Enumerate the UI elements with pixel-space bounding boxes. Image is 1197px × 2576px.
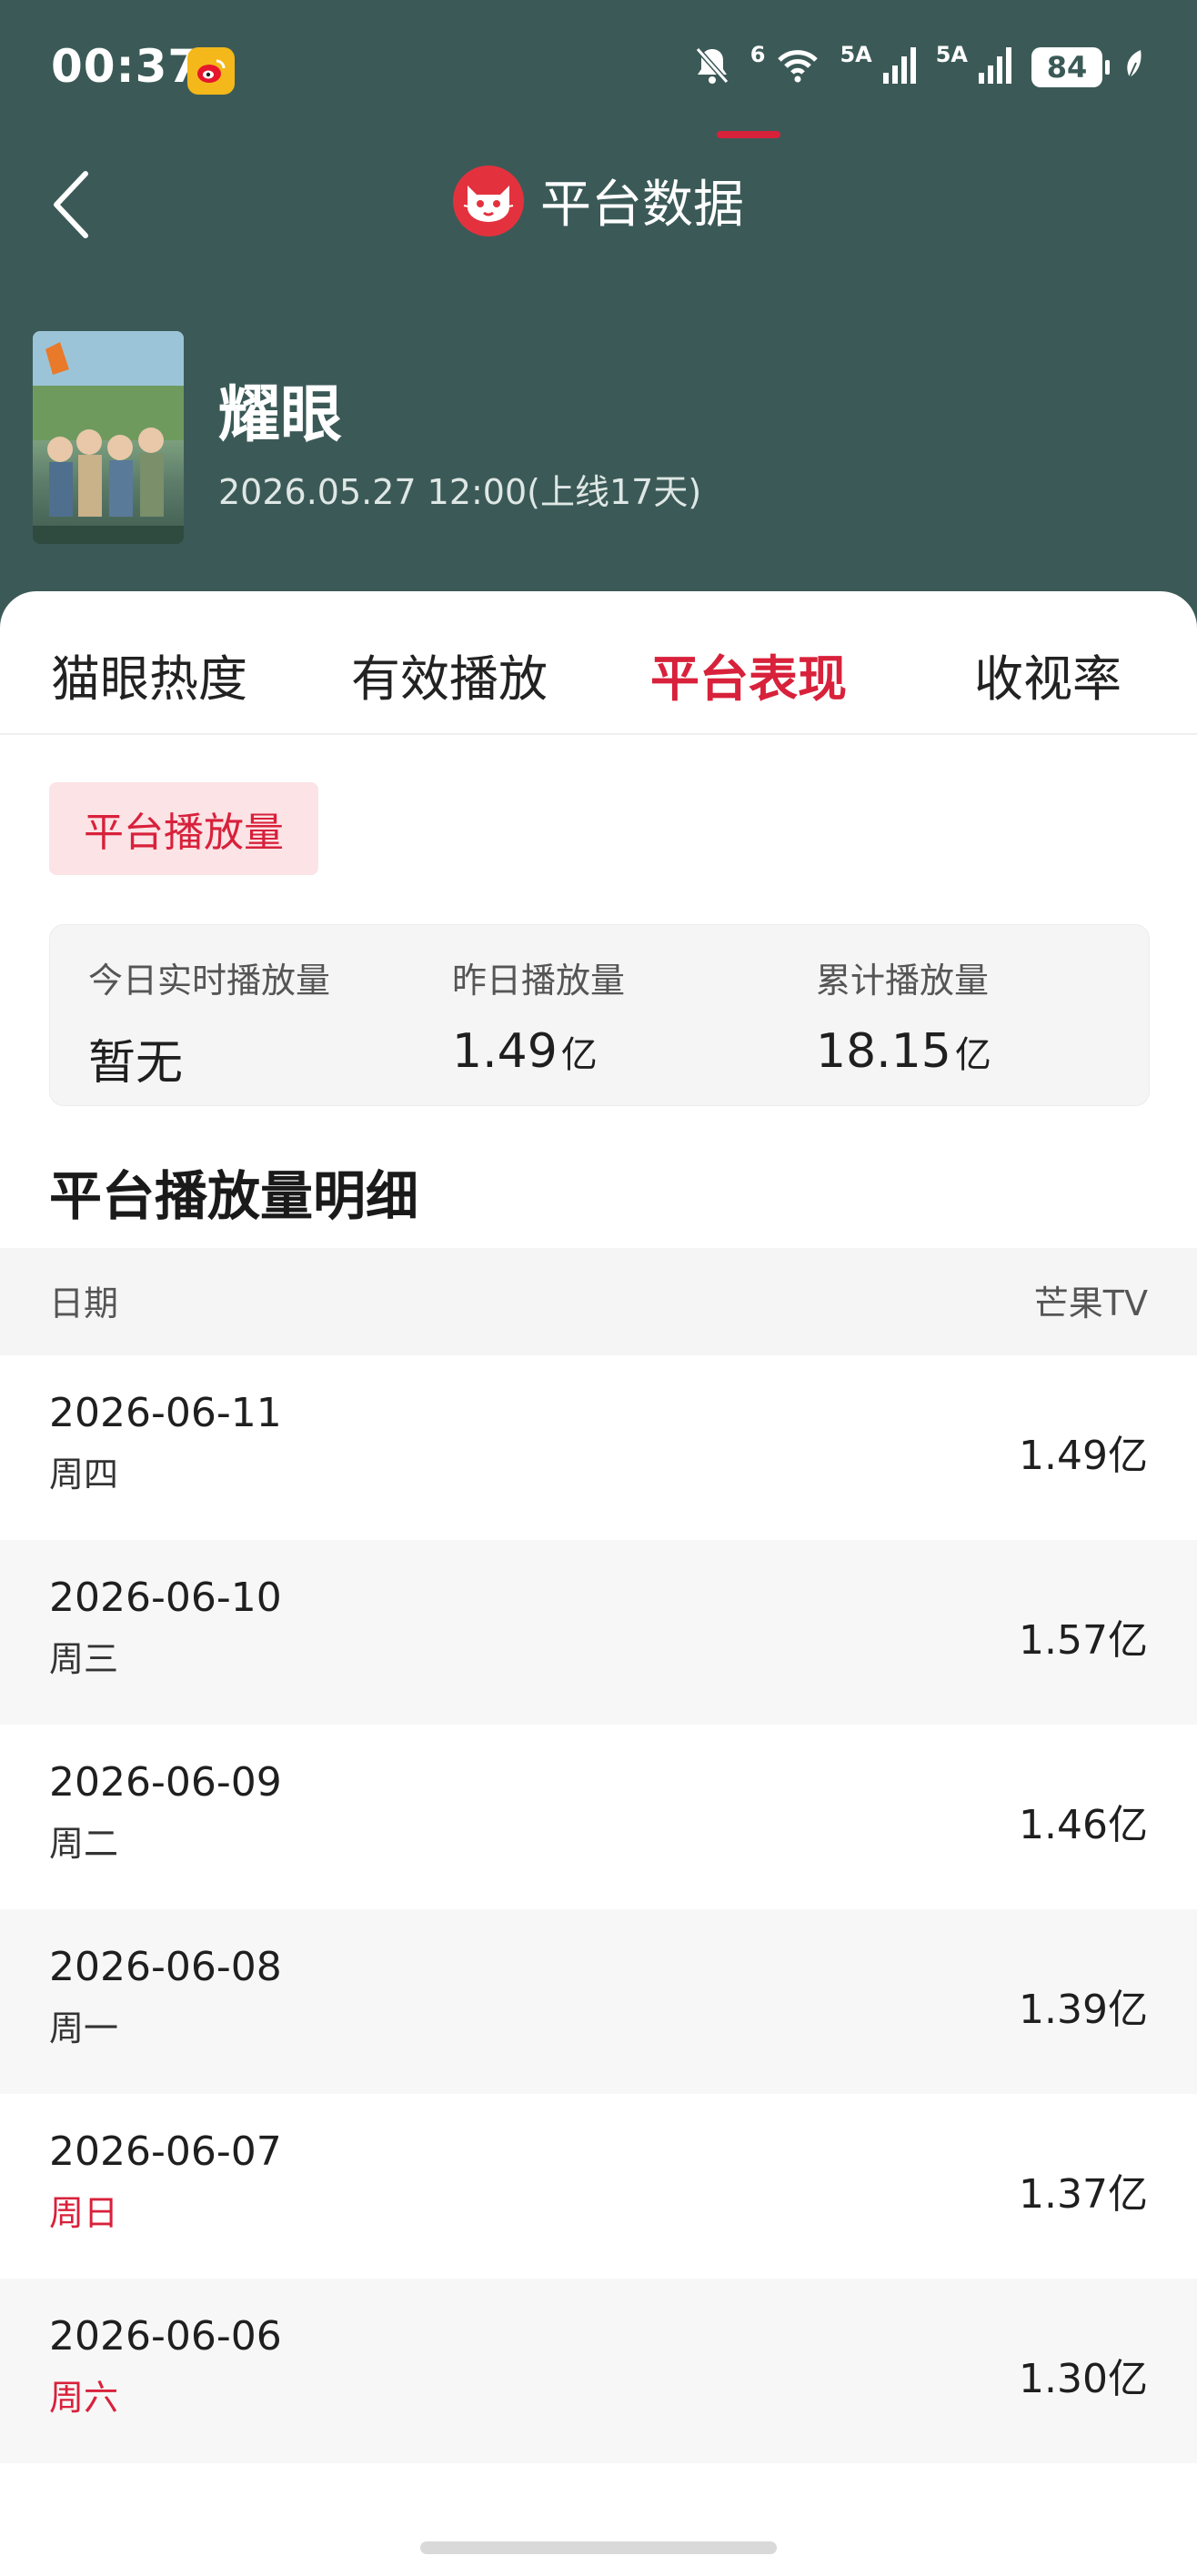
summary-label: 昨日播放量 — [452, 961, 626, 1001]
column-header-platform: 芒果TV — [1033, 1283, 1148, 1323]
status-time: 00:37 — [51, 40, 201, 93]
detail-section-title: 平台播放量明细 — [49, 1165, 419, 1227]
row-weekday: 周六 — [49, 2378, 119, 2418]
movie-poster[interactable] — [33, 331, 184, 544]
table-header: 日期 芒果TV — [0, 1248, 1197, 1355]
summary-value: 18.15 亿 — [816, 1024, 991, 1079]
network-label-1: 5A — [840, 42, 872, 67]
tab-maoyan-heat[interactable]: 猫眼热度 — [31, 639, 267, 710]
row-date: 2026-06-06 — [49, 2313, 282, 2360]
row-play-count: 1.57亿 — [1019, 1617, 1148, 1664]
tab-active-indicator — [717, 131, 780, 138]
table-row: 2026-06-08 周一 1.39亿 — [0, 1909, 1197, 2094]
summary-label: 累计播放量 — [816, 961, 990, 1001]
wifi-icon — [776, 47, 820, 87]
summary-today: 今日实时播放量 暂无 — [88, 952, 330, 1092]
status-icons: 6 5A 5A 84 — [694, 42, 1146, 89]
summary-value: 1.49 亿 — [452, 1024, 598, 1079]
summary-total: 累计播放量 18.15 亿 — [816, 952, 991, 1079]
column-header-date: 日期 — [49, 1283, 119, 1323]
row-date: 2026-06-11 — [49, 1390, 282, 1436]
row-date: 2026-06-10 — [49, 1575, 282, 1621]
home-indicator[interactable] — [420, 2541, 777, 2554]
row-weekday: 周一 — [49, 2008, 119, 2048]
row-play-count: 1.46亿 — [1019, 1802, 1148, 1848]
maoyan-cat-icon — [453, 165, 524, 236]
summary-yesterday: 昨日播放量 1.49 亿 — [452, 952, 625, 1079]
row-date: 2026-06-08 — [49, 1944, 282, 1990]
table-row: 2026-06-09 周二 1.46亿 — [0, 1725, 1197, 1909]
row-date: 2026-06-09 — [49, 1759, 282, 1806]
row-play-count: 1.30亿 — [1019, 2356, 1148, 2402]
page-title: 平台数据 — [540, 176, 744, 235]
tab-effective-play[interactable]: 有效播放 — [331, 639, 568, 710]
signal-icon — [979, 47, 1011, 87]
row-weekday: 周二 — [49, 1824, 119, 1864]
table-row: 2026-06-07 周日 1.37亿 — [0, 2094, 1197, 2279]
bell-off-icon — [694, 45, 730, 89]
tab-ratings[interactable]: 收视率 — [930, 639, 1166, 710]
row-weekday: 周日 — [49, 2193, 119, 2233]
wifi-label: 6 — [749, 42, 766, 67]
platform-play-count-chip[interactable]: 平台播放量 — [49, 782, 318, 875]
network-label-2: 5A — [935, 42, 968, 67]
summary-value: 暂无 — [88, 1036, 184, 1091]
row-date: 2026-06-07 — [49, 2128, 282, 2175]
table-row: 2026-06-11 周四 1.49亿 — [0, 1355, 1197, 1540]
row-play-count: 1.49亿 — [1019, 1433, 1148, 1479]
weibo-icon — [187, 47, 235, 95]
row-weekday: 周四 — [49, 1454, 119, 1494]
signal-icon — [882, 47, 916, 87]
row-play-count: 1.37亿 — [1019, 2171, 1148, 2218]
row-weekday: 周三 — [49, 1639, 119, 1679]
table-row: 2026-06-06 周六 1.30亿 — [0, 2279, 1197, 2463]
summary-label: 今日实时播放量 — [88, 961, 331, 1001]
table-row: 2026-06-10 周三 1.57亿 — [0, 1540, 1197, 1725]
tab-divider — [0, 733, 1197, 735]
summary-card: 今日实时播放量 暂无 昨日播放量 1.49 亿 累计播放量 18.15 亿 — [49, 924, 1150, 1106]
movie-name: 耀眼 — [218, 379, 343, 451]
leaf-icon — [1122, 48, 1146, 86]
row-play-count: 1.39亿 — [1019, 1987, 1148, 2033]
release-date: 2026.05.27 12:00(上线17天) — [218, 472, 702, 512]
battery-icon: 84 — [1031, 47, 1110, 87]
tab-bar: 猫眼热度 有效播放 平台表现 收视率 — [0, 591, 1197, 733]
nav-title-bar: 平台数据 — [0, 164, 1197, 237]
tab-platform-performance[interactable]: 平台表现 — [630, 639, 867, 710]
